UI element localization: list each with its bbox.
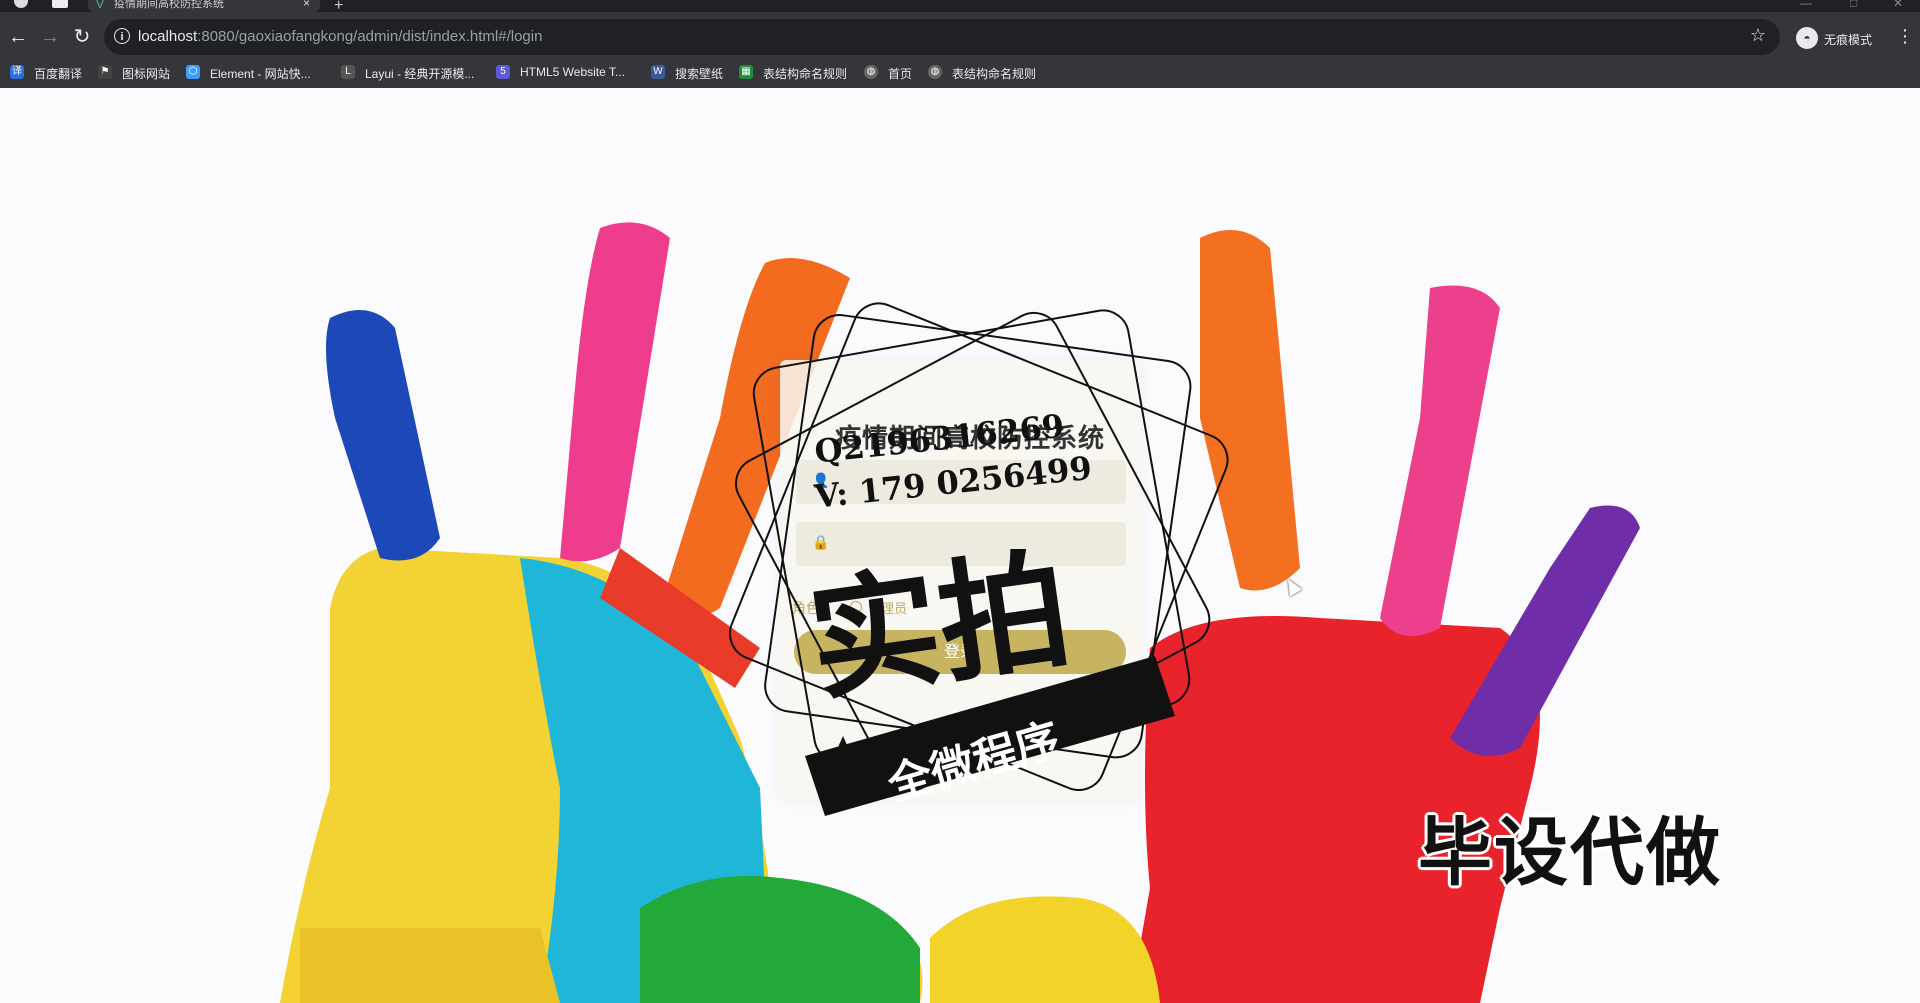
bookmark-label: Layui - 经典开源模... <box>365 67 475 81</box>
browser-tab[interactable]: V 疫情期间高校防控系统 × <box>88 0 320 12</box>
wallpaper-icon: W <box>651 65 665 79</box>
reload-icon[interactable]: ↻ <box>70 25 94 49</box>
chrome-logo-icon <box>14 0 28 8</box>
bookmark-label: 图标网站 <box>122 67 171 81</box>
incognito-icon: ◓ <box>1796 27 1818 49</box>
window-close-icon[interactable]: ✕ <box>1893 0 1903 10</box>
forward-arrow-icon[interactable]: → <box>38 25 62 49</box>
tab-close-icon[interactable]: × <box>303 0 310 9</box>
bookmark-label: 百度翻译 <box>34 67 83 81</box>
bookmark-label: 表结构命名规则 <box>763 67 848 81</box>
browser-menu-icon[interactable]: ⋮ <box>1896 26 1914 47</box>
flag-icon: ⚑ <box>98 65 112 79</box>
tab-search-icon[interactable] <box>52 0 68 8</box>
vue-favicon-icon: V <box>96 0 105 11</box>
tab-title: 疫情期间高校防控系统 <box>114 0 224 10</box>
bookmark-label: 表结构命名规则 <box>952 67 1037 81</box>
layui-icon: L <box>341 65 355 79</box>
globe-icon: ◍ <box>928 65 942 79</box>
site-info-icon[interactable]: i <box>114 28 130 44</box>
back-arrow-icon[interactable]: ← <box>6 25 30 49</box>
bookmarks-bar: 译 百度翻译 ⚑ 图标网站 ⬡ Element - 网站快... L Layui… <box>0 56 1920 89</box>
bookmark-label: 首页 <box>888 67 913 81</box>
corner-watermark-text: 毕设代做 <box>1418 811 1722 894</box>
login-page: 疫情期间高校防控系统 👤 🔒 角色 管理员 登录 Q2196316269 V: … <box>0 88 1920 1003</box>
element-icon: ⬡ <box>186 65 200 79</box>
address-bar[interactable]: i localhost:8080/gaoxiaofangkong/admin/d… <box>104 19 1780 55</box>
url-text[interactable]: localhost:8080/gaoxiaofangkong/admin/dis… <box>138 28 542 45</box>
sheet-icon: ▦ <box>739 65 753 79</box>
translate-icon: 译 <box>10 65 24 79</box>
html5-icon: 5 <box>496 65 510 79</box>
watermark-stamp: Q2196316269 V: 179 0256499 实拍 全微程序 <box>728 302 1229 816</box>
maximize-icon[interactable]: □ <box>1850 0 1857 10</box>
incognito-label: 无痕模式 <box>1824 33 1873 47</box>
minimize-icon[interactable]: — <box>1800 0 1812 10</box>
bookmark-label: HTML5 Website T... <box>520 65 625 79</box>
globe-icon: ◍ <box>864 65 878 79</box>
bookmark-label: 搜索壁纸 <box>675 67 724 81</box>
browser-tabstrip: V 疫情期间高校防控系统 × + — □ ✕ <box>0 0 1920 14</box>
bookmark-label: Element - 网站快... <box>210 67 311 81</box>
bookmark-star-icon[interactable]: ☆ <box>1750 25 1766 46</box>
